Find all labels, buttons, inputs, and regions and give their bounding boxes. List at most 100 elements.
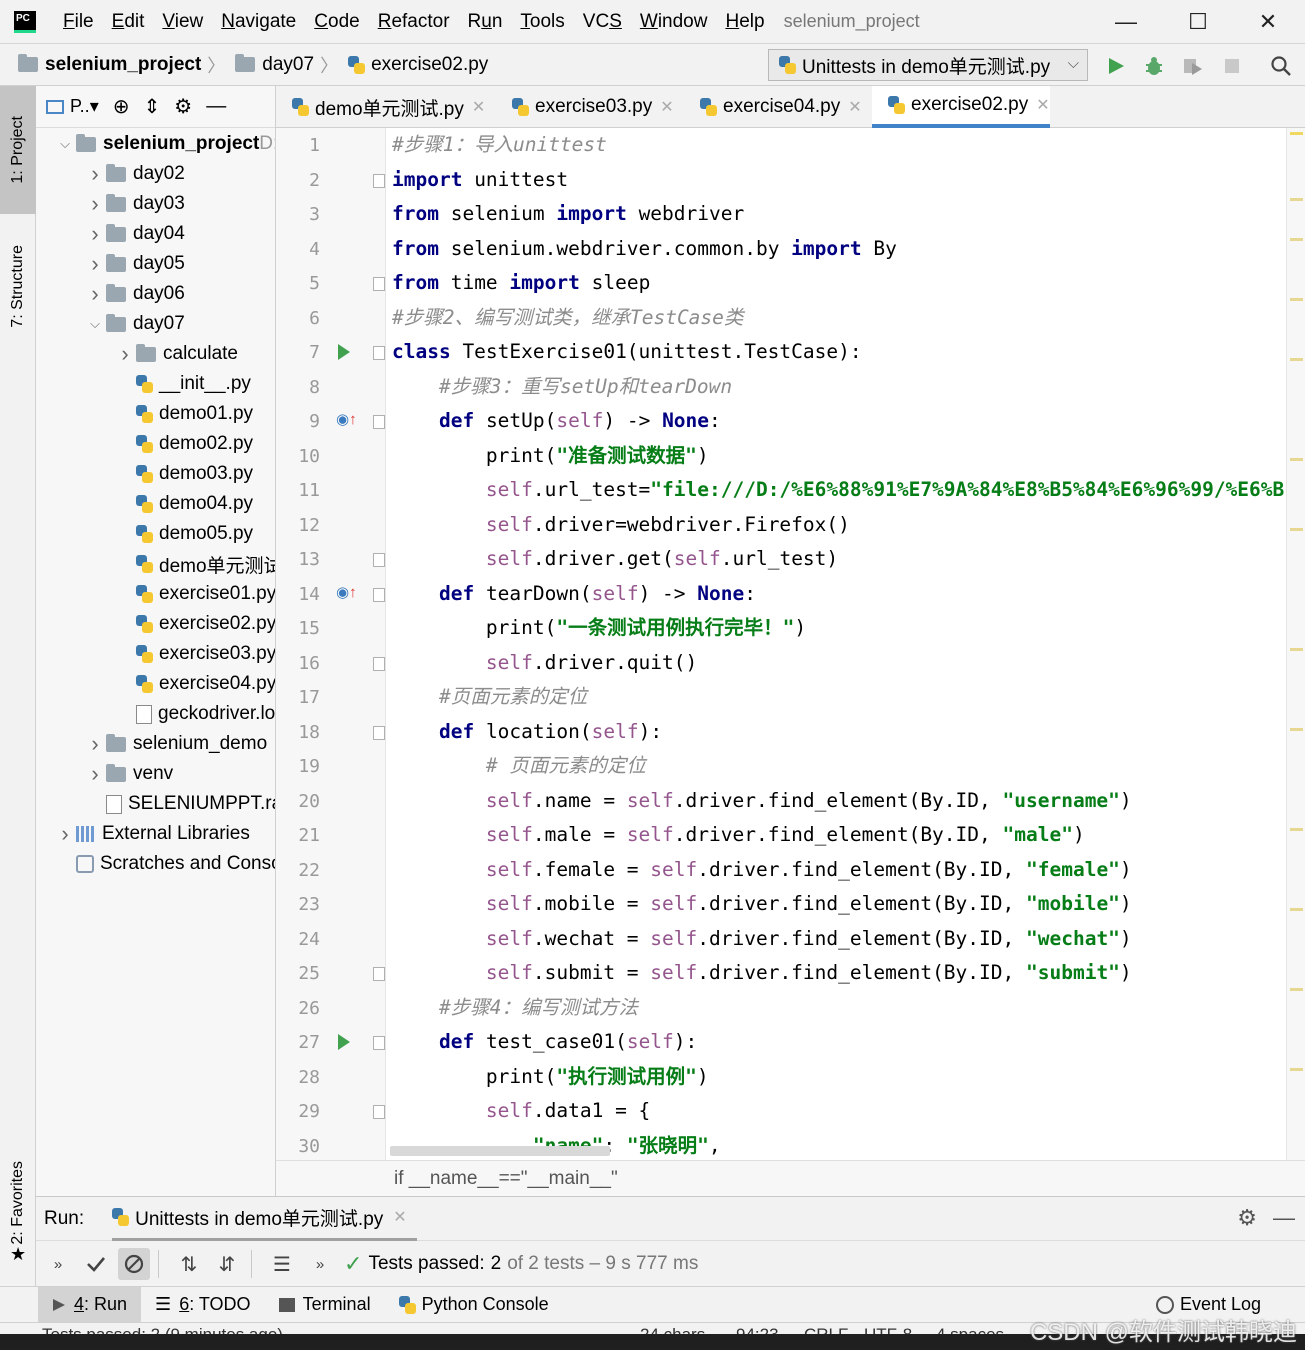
gear-icon[interactable]: ⚙ (1237, 1205, 1257, 1231)
code-line[interactable]: self.wechat = self.driver.find_element(B… (392, 922, 1132, 956)
override-method-icon[interactable]: ◉↑ (336, 583, 357, 601)
code-line[interactable]: print("执行测试用例") (392, 1060, 709, 1094)
show-ignored-button[interactable] (118, 1248, 150, 1280)
fold-marker-icon[interactable] (373, 1036, 385, 1050)
tree-item[interactable]: › day05 (84, 249, 184, 279)
fold-marker-icon[interactable] (373, 656, 385, 671)
menu-refactor[interactable]: Refactor (369, 11, 459, 33)
tree-item[interactable]: › venv (84, 759, 173, 789)
expand-all-icon[interactable]: ☰ (266, 1248, 298, 1280)
tree-item[interactable]: ⌵ selenium_project D: (54, 129, 275, 159)
search-everywhere-button[interactable] (1268, 53, 1294, 79)
fold-marker-icon[interactable] (373, 587, 385, 602)
code-line[interactable]: self.data1 = { (392, 1094, 650, 1128)
code-line[interactable]: #步骤2、编写测试类，继承TestCase类 (392, 301, 743, 335)
breadcrumb-file[interactable]: exercise02.py (348, 54, 488, 76)
fold-marker-icon[interactable] (373, 967, 385, 981)
tree-item[interactable]: › day03 (84, 189, 184, 219)
tree-item[interactable]: ⌵ day07 (84, 309, 185, 339)
coverage-button[interactable] (1180, 53, 1206, 79)
code-line[interactable]: def setUp(self) -> None: (392, 404, 721, 438)
hide-panel-icon[interactable]: — (206, 95, 226, 118)
sort-alphabetically-icon[interactable]: ⇅ (173, 1248, 205, 1280)
debug-button[interactable] (1141, 53, 1167, 79)
code-line[interactable]: print("准备测试数据") (392, 439, 709, 473)
chevron-right-icon[interactable]: › (54, 821, 76, 847)
tree-item[interactable]: demo单元测试 (114, 549, 275, 579)
menu-window[interactable]: Window (631, 11, 717, 33)
chevron-right-icon[interactable]: › (84, 251, 106, 277)
menu-code[interactable]: Code (305, 11, 368, 33)
menu-vcs[interactable]: VCS (574, 11, 631, 33)
chevron-right-icon[interactable]: › (114, 341, 136, 367)
tree-item[interactable]: › day04 (84, 219, 184, 249)
breadcrumb-project[interactable]: selenium_project (18, 54, 201, 76)
chevron-right-icon[interactable]: › (84, 761, 106, 787)
fold-marker-icon[interactable] (373, 277, 385, 291)
code-line[interactable]: self.driver.get(self.url_test) (392, 542, 838, 576)
tab-project[interactable]: 1: Project (0, 86, 36, 214)
code-line[interactable]: self.driver.quit() (392, 646, 697, 680)
menu-run[interactable]: Run (459, 11, 512, 33)
close-tab-icon[interactable]: ✕ (1036, 95, 1049, 115)
code-line[interactable]: from selenium import webdriver (392, 197, 744, 231)
code-line[interactable]: def tearDown(self) -> None: (392, 577, 756, 611)
code-line[interactable]: self.driver=webdriver.Firefox() (392, 508, 850, 542)
chevron-right-icon[interactable]: › (84, 281, 106, 307)
tree-item[interactable]: exercise04.py (114, 669, 275, 699)
code-line[interactable]: def test_case01(self): (392, 1025, 697, 1059)
editor-tab[interactable]: exercise03.py ✕ (496, 86, 674, 128)
code-line[interactable]: def location(self): (392, 715, 662, 749)
fold-marker-icon[interactable] (373, 415, 385, 429)
editor-tab[interactable]: exercise04.py ✕ (684, 86, 862, 128)
sort-by-duration-icon[interactable]: ⇵ (211, 1248, 243, 1280)
close-button[interactable]: ✕ (1250, 6, 1286, 38)
editor-scrollbar[interactable] (1286, 128, 1305, 1160)
code-line[interactable]: #页面元素的定位 (392, 680, 587, 714)
close-tab-icon[interactable]: ✕ (393, 1207, 406, 1227)
fold-marker-icon[interactable] (373, 1105, 385, 1119)
fold-marker-icon[interactable] (373, 173, 385, 188)
tree-item[interactable]: geckodriver.lo (114, 699, 275, 729)
fold-marker-icon[interactable] (373, 725, 385, 740)
close-tab-icon[interactable]: ✕ (848, 97, 861, 117)
minimize-button[interactable]: — (1108, 6, 1144, 38)
run-configuration-select[interactable]: Unittests in demo单元测试.py ⌵ (768, 49, 1088, 81)
menu-edit[interactable]: Edit (103, 11, 154, 33)
close-tab-icon[interactable]: ✕ (660, 97, 673, 117)
chevron-right-icon[interactable]: › (84, 731, 106, 757)
code-line[interactable]: from selenium.webdriver.common.by import… (392, 232, 897, 266)
code-line[interactable]: from time import sleep (392, 266, 650, 300)
tool-python-console[interactable]: Python Console (385, 1287, 563, 1323)
menu-tools[interactable]: Tools (511, 11, 573, 33)
tree-item[interactable]: exercise03.py (114, 639, 275, 669)
show-passed-button[interactable] (80, 1248, 112, 1280)
tree-item[interactable]: exercise01.py (114, 579, 275, 609)
stop-button[interactable] (1219, 53, 1245, 79)
hide-panel-icon[interactable]: — (1273, 1205, 1295, 1231)
maximize-button[interactable]: ☐ (1180, 6, 1216, 38)
code-line[interactable]: self.submit = self.driver.find_element(B… (392, 956, 1132, 990)
locate-file-icon[interactable]: ⊕ (113, 94, 130, 119)
menu-view[interactable]: View (153, 11, 212, 33)
code-line[interactable]: # 页面元素的定位 (392, 749, 646, 783)
editor-tab[interactable]: demo单元测试.py ✕ (276, 86, 485, 128)
tree-item[interactable]: demo01.py (114, 399, 253, 429)
fold-marker-icon[interactable] (373, 346, 385, 360)
run-button[interactable] (1103, 53, 1129, 79)
override-method-icon[interactable]: ◉↑ (336, 410, 357, 428)
chevron-down-icon[interactable]: ⌵ (84, 316, 106, 332)
run-test-icon[interactable] (338, 344, 350, 360)
more-icon[interactable]: » (304, 1248, 336, 1280)
chevron-right-icon[interactable]: › (84, 221, 106, 247)
project-view-select[interactable]: P..▾ (46, 96, 99, 117)
tab-structure[interactable]: 7: Structure (0, 221, 36, 351)
tree-item[interactable]: › calculate (114, 339, 238, 369)
expand-toolbar-icon[interactable]: » (42, 1248, 74, 1280)
code-line[interactable]: self.female = self.driver.find_element(B… (392, 853, 1132, 887)
tree-item[interactable]: demo05.py (114, 519, 253, 549)
tree-item[interactable]: › day02 (84, 159, 184, 189)
code-line[interactable]: class TestExercise01(unittest.TestCase): (392, 335, 862, 369)
editor-tab[interactable]: exercise02.py ✕ (872, 86, 1050, 128)
horizontal-scrollbar-thumb[interactable] (390, 1146, 610, 1156)
